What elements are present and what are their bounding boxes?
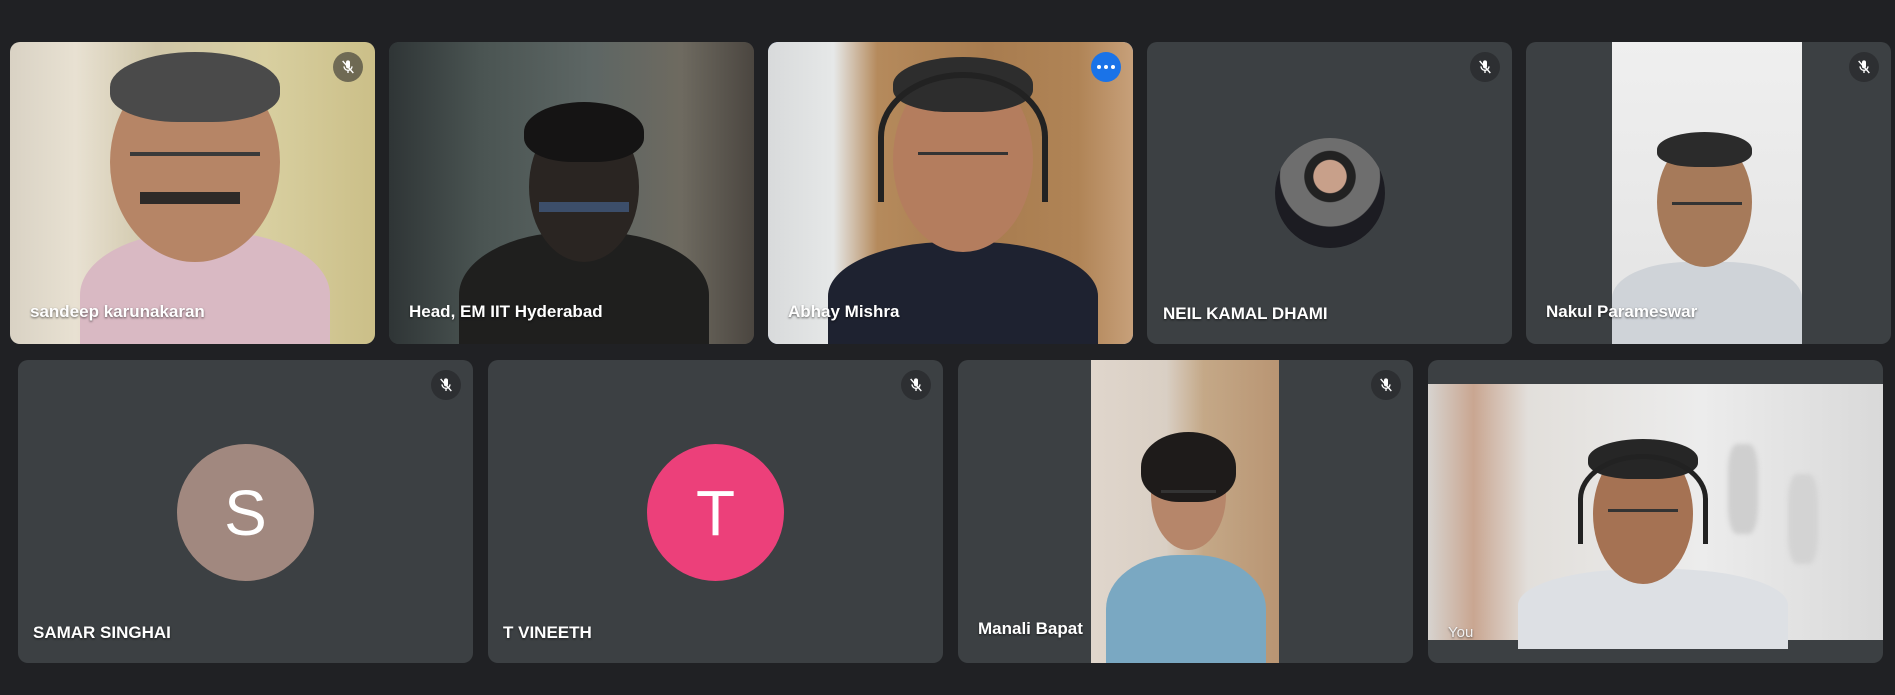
participant-tile-you[interactable]: You — [1428, 360, 1883, 663]
participant-tile-abhay[interactable]: Abhay Mishra — [768, 42, 1133, 344]
participant-tile-manali[interactable]: Manali Bapat — [958, 360, 1413, 663]
mic-off-icon — [910, 378, 922, 392]
participant-tile-head-em[interactable]: Head, EM IIT Hyderabad — [389, 42, 754, 344]
meeting-grid: sandeep karunakaran Head, EM IIT Hyderab… — [0, 0, 1895, 695]
participant-tile-neil[interactable]: NEIL KAMAL DHAMI — [1147, 42, 1512, 344]
participant-name: sandeep karunakaran — [30, 302, 205, 321]
participant-tile-vineeth[interactable]: T T VINEETH — [488, 360, 943, 663]
participant-name: SAMAR SINGHAI — [33, 623, 171, 642]
participant-name: Manali Bapat — [978, 619, 1083, 638]
participant-name: You — [1448, 624, 1474, 641]
more-options-button[interactable] — [1091, 52, 1121, 82]
participant-name: NEIL KAMAL DHAMI — [1163, 304, 1328, 323]
participant-video — [10, 42, 375, 344]
mic-off-icon — [440, 378, 452, 392]
mic-off-indicator — [333, 52, 363, 82]
participant-video — [768, 42, 1133, 344]
avatar: T — [647, 444, 784, 581]
participant-tile-nakul[interactable]: Nakul Parameswar — [1526, 42, 1891, 344]
mic-off-indicator — [1470, 52, 1500, 82]
avatar — [1275, 138, 1385, 248]
mic-off-icon — [1380, 378, 1392, 392]
participant-tile-sandeep[interactable]: sandeep karunakaran — [10, 42, 375, 344]
participant-name: Head, EM IIT Hyderabad — [409, 302, 603, 321]
mic-off-indicator — [431, 370, 461, 400]
mic-off-icon — [342, 60, 354, 74]
participant-name: Nakul Parameswar — [1546, 302, 1698, 321]
participant-video — [1428, 384, 1883, 649]
mic-off-indicator — [1849, 52, 1879, 82]
participant-video — [1091, 360, 1279, 663]
mic-off-icon — [1479, 60, 1491, 74]
participant-video — [1612, 42, 1802, 344]
participant-name: T VINEETH — [503, 623, 592, 642]
participant-tile-samar[interactable]: S SAMAR SINGHAI — [18, 360, 473, 663]
participant-name: Abhay Mishra — [788, 302, 900, 321]
mic-off-indicator — [1371, 370, 1401, 400]
participant-video — [389, 42, 754, 344]
mic-off-indicator — [901, 370, 931, 400]
avatar: S — [177, 444, 314, 581]
mic-off-icon — [1858, 60, 1870, 74]
more-options-icon — [1097, 65, 1101, 69]
